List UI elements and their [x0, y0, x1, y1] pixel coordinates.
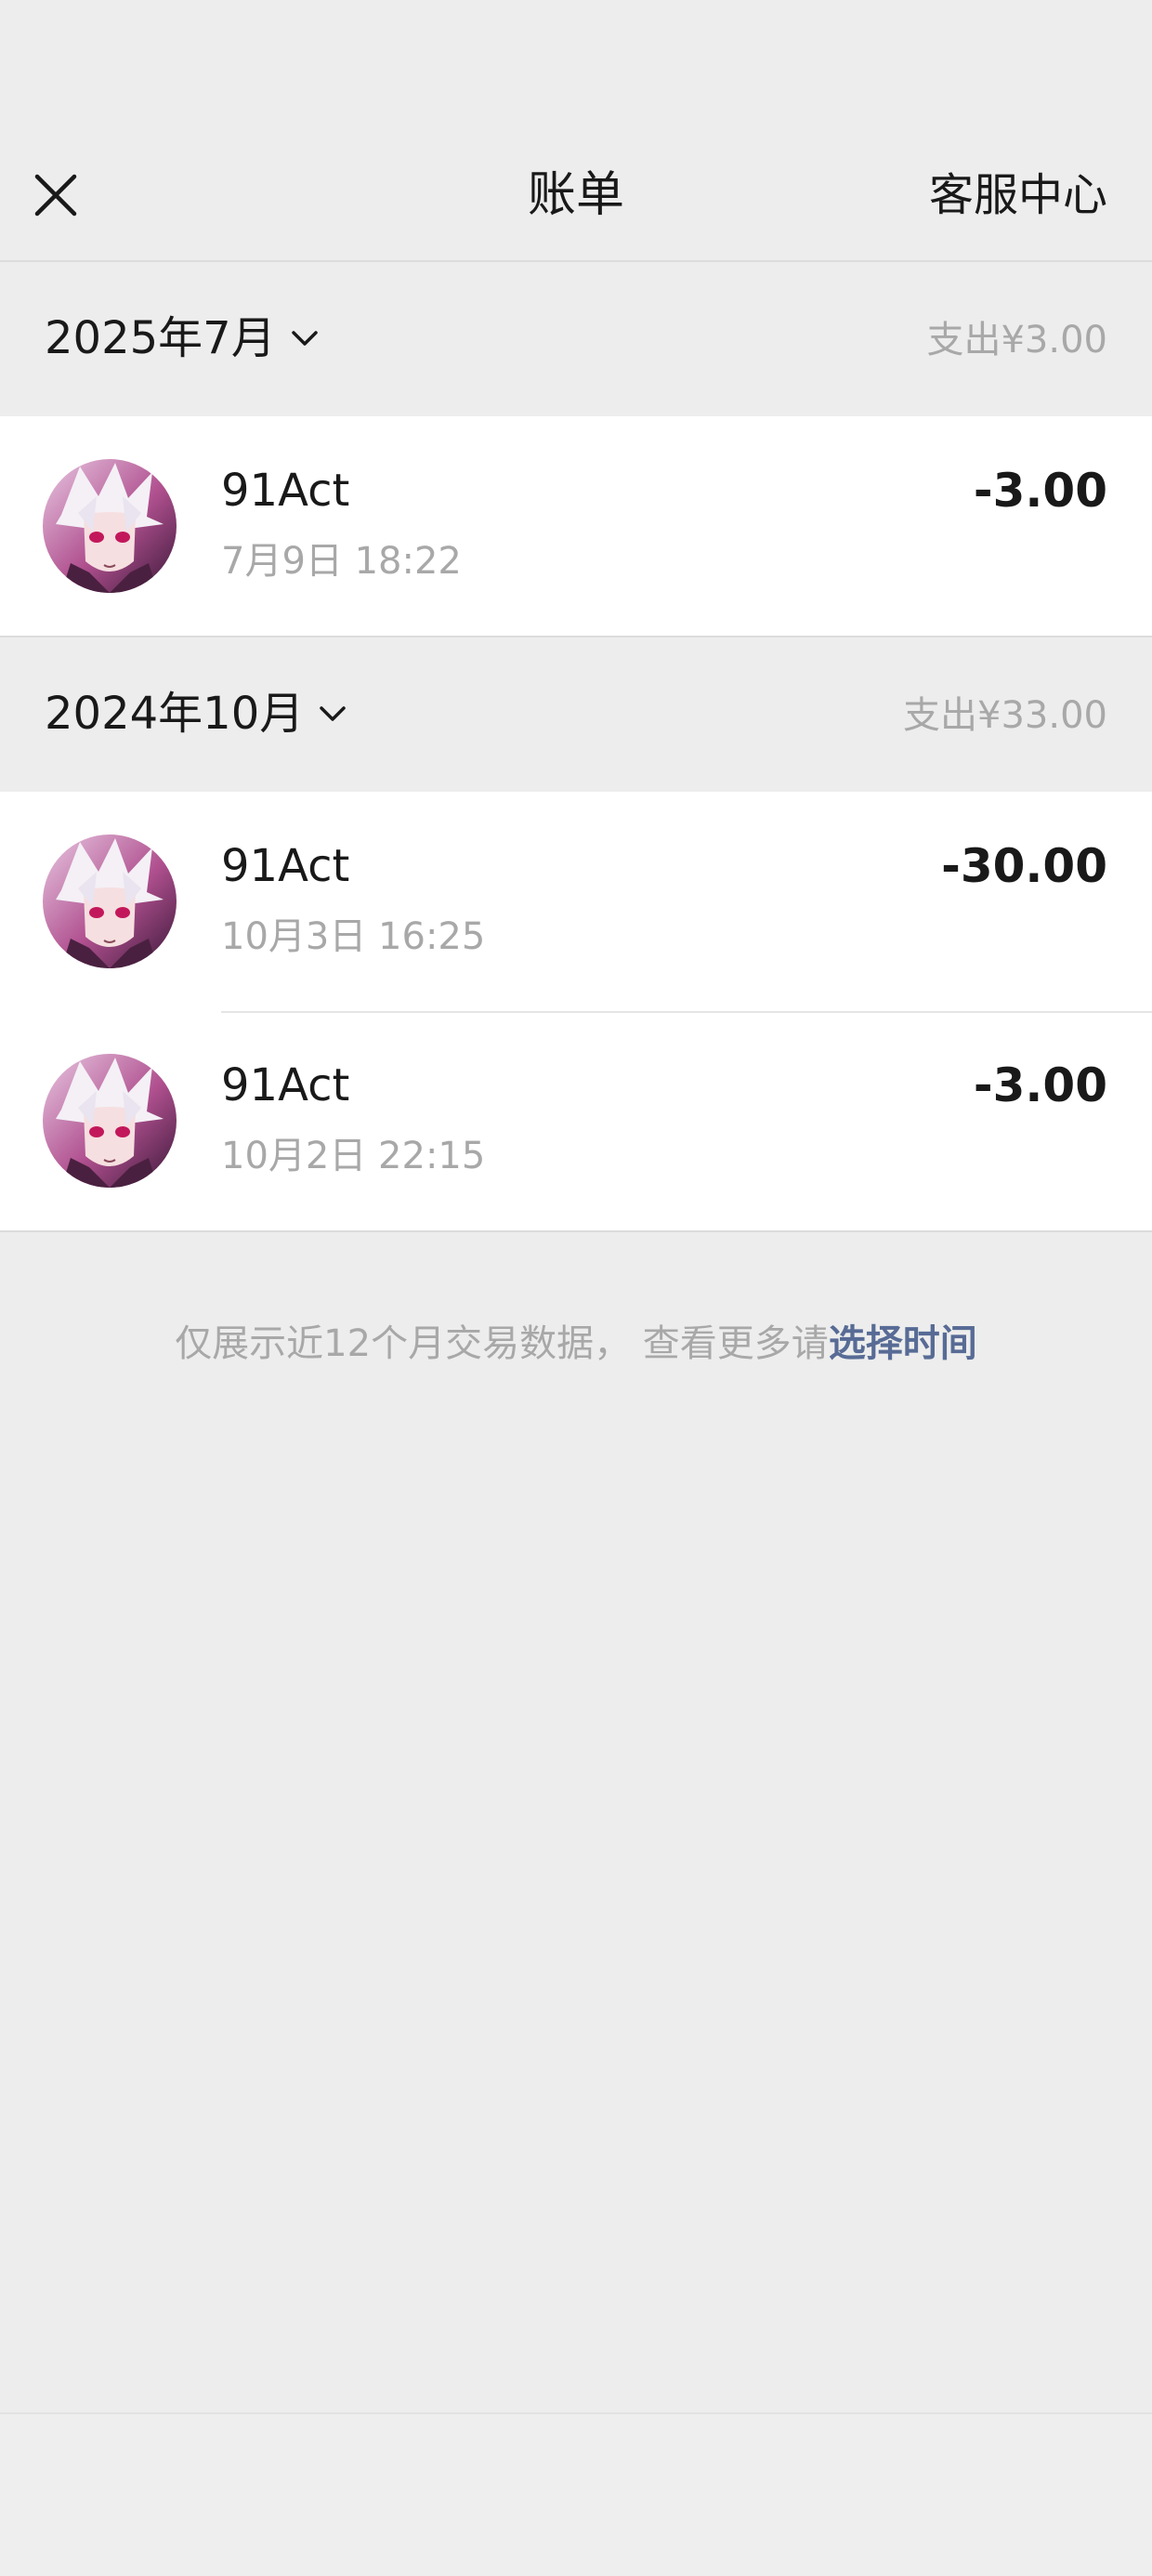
customer-service-button[interactable]: 客服中心: [929, 167, 1107, 223]
avatar: [43, 1054, 177, 1188]
select-time-link[interactable]: 选择时间: [829, 1322, 977, 1365]
transaction-amount: -3.00: [973, 1058, 1107, 1112]
bottom-bar: [0, 2412, 1152, 2576]
transaction-list: 91Act 7月9日 18:22 -3.00: [0, 416, 1152, 637]
transaction-time: 10月3日 16:25: [221, 915, 486, 958]
chevron-down-icon: [291, 331, 318, 346]
chevron-down-icon: [320, 706, 346, 721]
transaction-row[interactable]: 91Act 7月9日 18:22 -3.00: [0, 416, 1152, 636]
transaction-merchant: 91Act: [221, 840, 350, 892]
month-expense-summary: 支出¥33.00: [903, 694, 1107, 737]
transaction-amount: -30.00: [941, 839, 1107, 893]
transaction-merchant: 91Act: [221, 465, 350, 517]
avatar: [43, 459, 177, 593]
transaction-time: 10月2日 22:15: [221, 1135, 486, 1177]
month-selector[interactable]: 2024年10月: [45, 684, 348, 743]
month-selector[interactable]: 2025年7月: [45, 309, 321, 368]
avatar: [43, 835, 177, 968]
transaction-row[interactable]: 91Act 10月3日 16:25 -30.00: [0, 792, 1152, 1011]
transaction-merchant: 91Act: [221, 1059, 350, 1111]
close-icon: [34, 174, 77, 217]
close-button[interactable]: [26, 165, 85, 225]
month-header: 2025年7月 支出¥3.00: [0, 262, 1152, 416]
transaction-row[interactable]: 91Act 10月2日 22:15 -3.00: [0, 1011, 1152, 1230]
history-range-note: 仅展示近12个月交易数据， 查看更多请选择时间: [0, 1316, 1152, 1372]
transaction-amount: -3.00: [973, 464, 1107, 518]
month-label: 2025年7月: [45, 312, 276, 364]
month-expense-summary: 支出¥3.00: [926, 319, 1107, 361]
transaction-time: 7月9日 18:22: [221, 540, 462, 583]
transaction-list: 91Act 10月3日 16:25 -30.00 91Act 10月2日 22:…: [0, 792, 1152, 1232]
month-header: 2024年10月 支出¥33.00: [0, 637, 1152, 792]
month-label: 2024年10月: [45, 688, 305, 740]
nav-bar: 账单 客服中心: [0, 130, 1152, 262]
history-range-text: 仅展示近12个月交易数据， 查看更多请: [175, 1322, 829, 1365]
status-bar: [0, 0, 1152, 130]
